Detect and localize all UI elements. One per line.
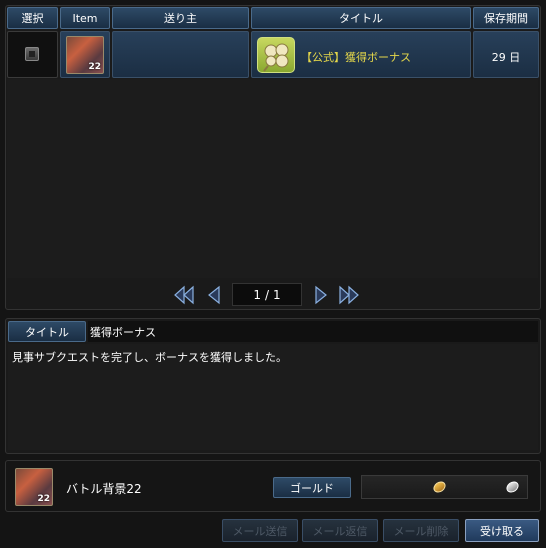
page-separator: /	[264, 287, 270, 302]
first-page-icon[interactable]	[172, 283, 196, 307]
clover-icon	[257, 37, 295, 73]
prev-page-icon[interactable]	[202, 283, 226, 307]
gold-label: ゴールド	[273, 477, 351, 498]
detail-title-label: タイトル	[8, 321, 86, 342]
header-title: タイトル	[251, 7, 471, 29]
item-level: 22	[88, 62, 101, 72]
last-page-icon[interactable]	[337, 283, 361, 307]
reply-mail-button[interactable]: メール返信	[302, 519, 378, 542]
row-select-checkbox[interactable]	[25, 47, 39, 61]
sender-cell[interactable]	[112, 31, 249, 78]
retention-days: 29 日	[491, 51, 521, 64]
mail-title-link[interactable]: 【公式】獲得ボーナス	[301, 49, 411, 65]
page-total: 1	[273, 287, 281, 302]
send-mail-button[interactable]: メール送信	[222, 519, 298, 542]
mail-body-text: 見事サブクエストを完了し、ボーナスを獲得しました。	[8, 344, 538, 450]
detail-title-value: 獲得ボーナス	[88, 321, 538, 342]
page-indicator: 1 / 1	[232, 283, 302, 306]
page-current: 1	[253, 287, 261, 302]
mail-list-empty-area	[7, 79, 538, 278]
header-sender: 送り主	[112, 7, 249, 29]
attachment-item-name: バトル背景22	[66, 482, 142, 496]
item-thumbnail-icon[interactable]: 22	[66, 36, 104, 74]
attachment-item-icon[interactable]: 22	[15, 468, 53, 506]
attachment-item-level: 22	[37, 494, 50, 504]
header-retention: 保存期間	[473, 7, 539, 29]
delete-mail-button[interactable]: メール削除	[383, 519, 459, 542]
receive-button[interactable]: 受け取る	[465, 519, 539, 542]
next-page-icon[interactable]	[309, 283, 333, 307]
header-select: 選択	[7, 7, 58, 29]
header-item: Item	[60, 7, 110, 29]
